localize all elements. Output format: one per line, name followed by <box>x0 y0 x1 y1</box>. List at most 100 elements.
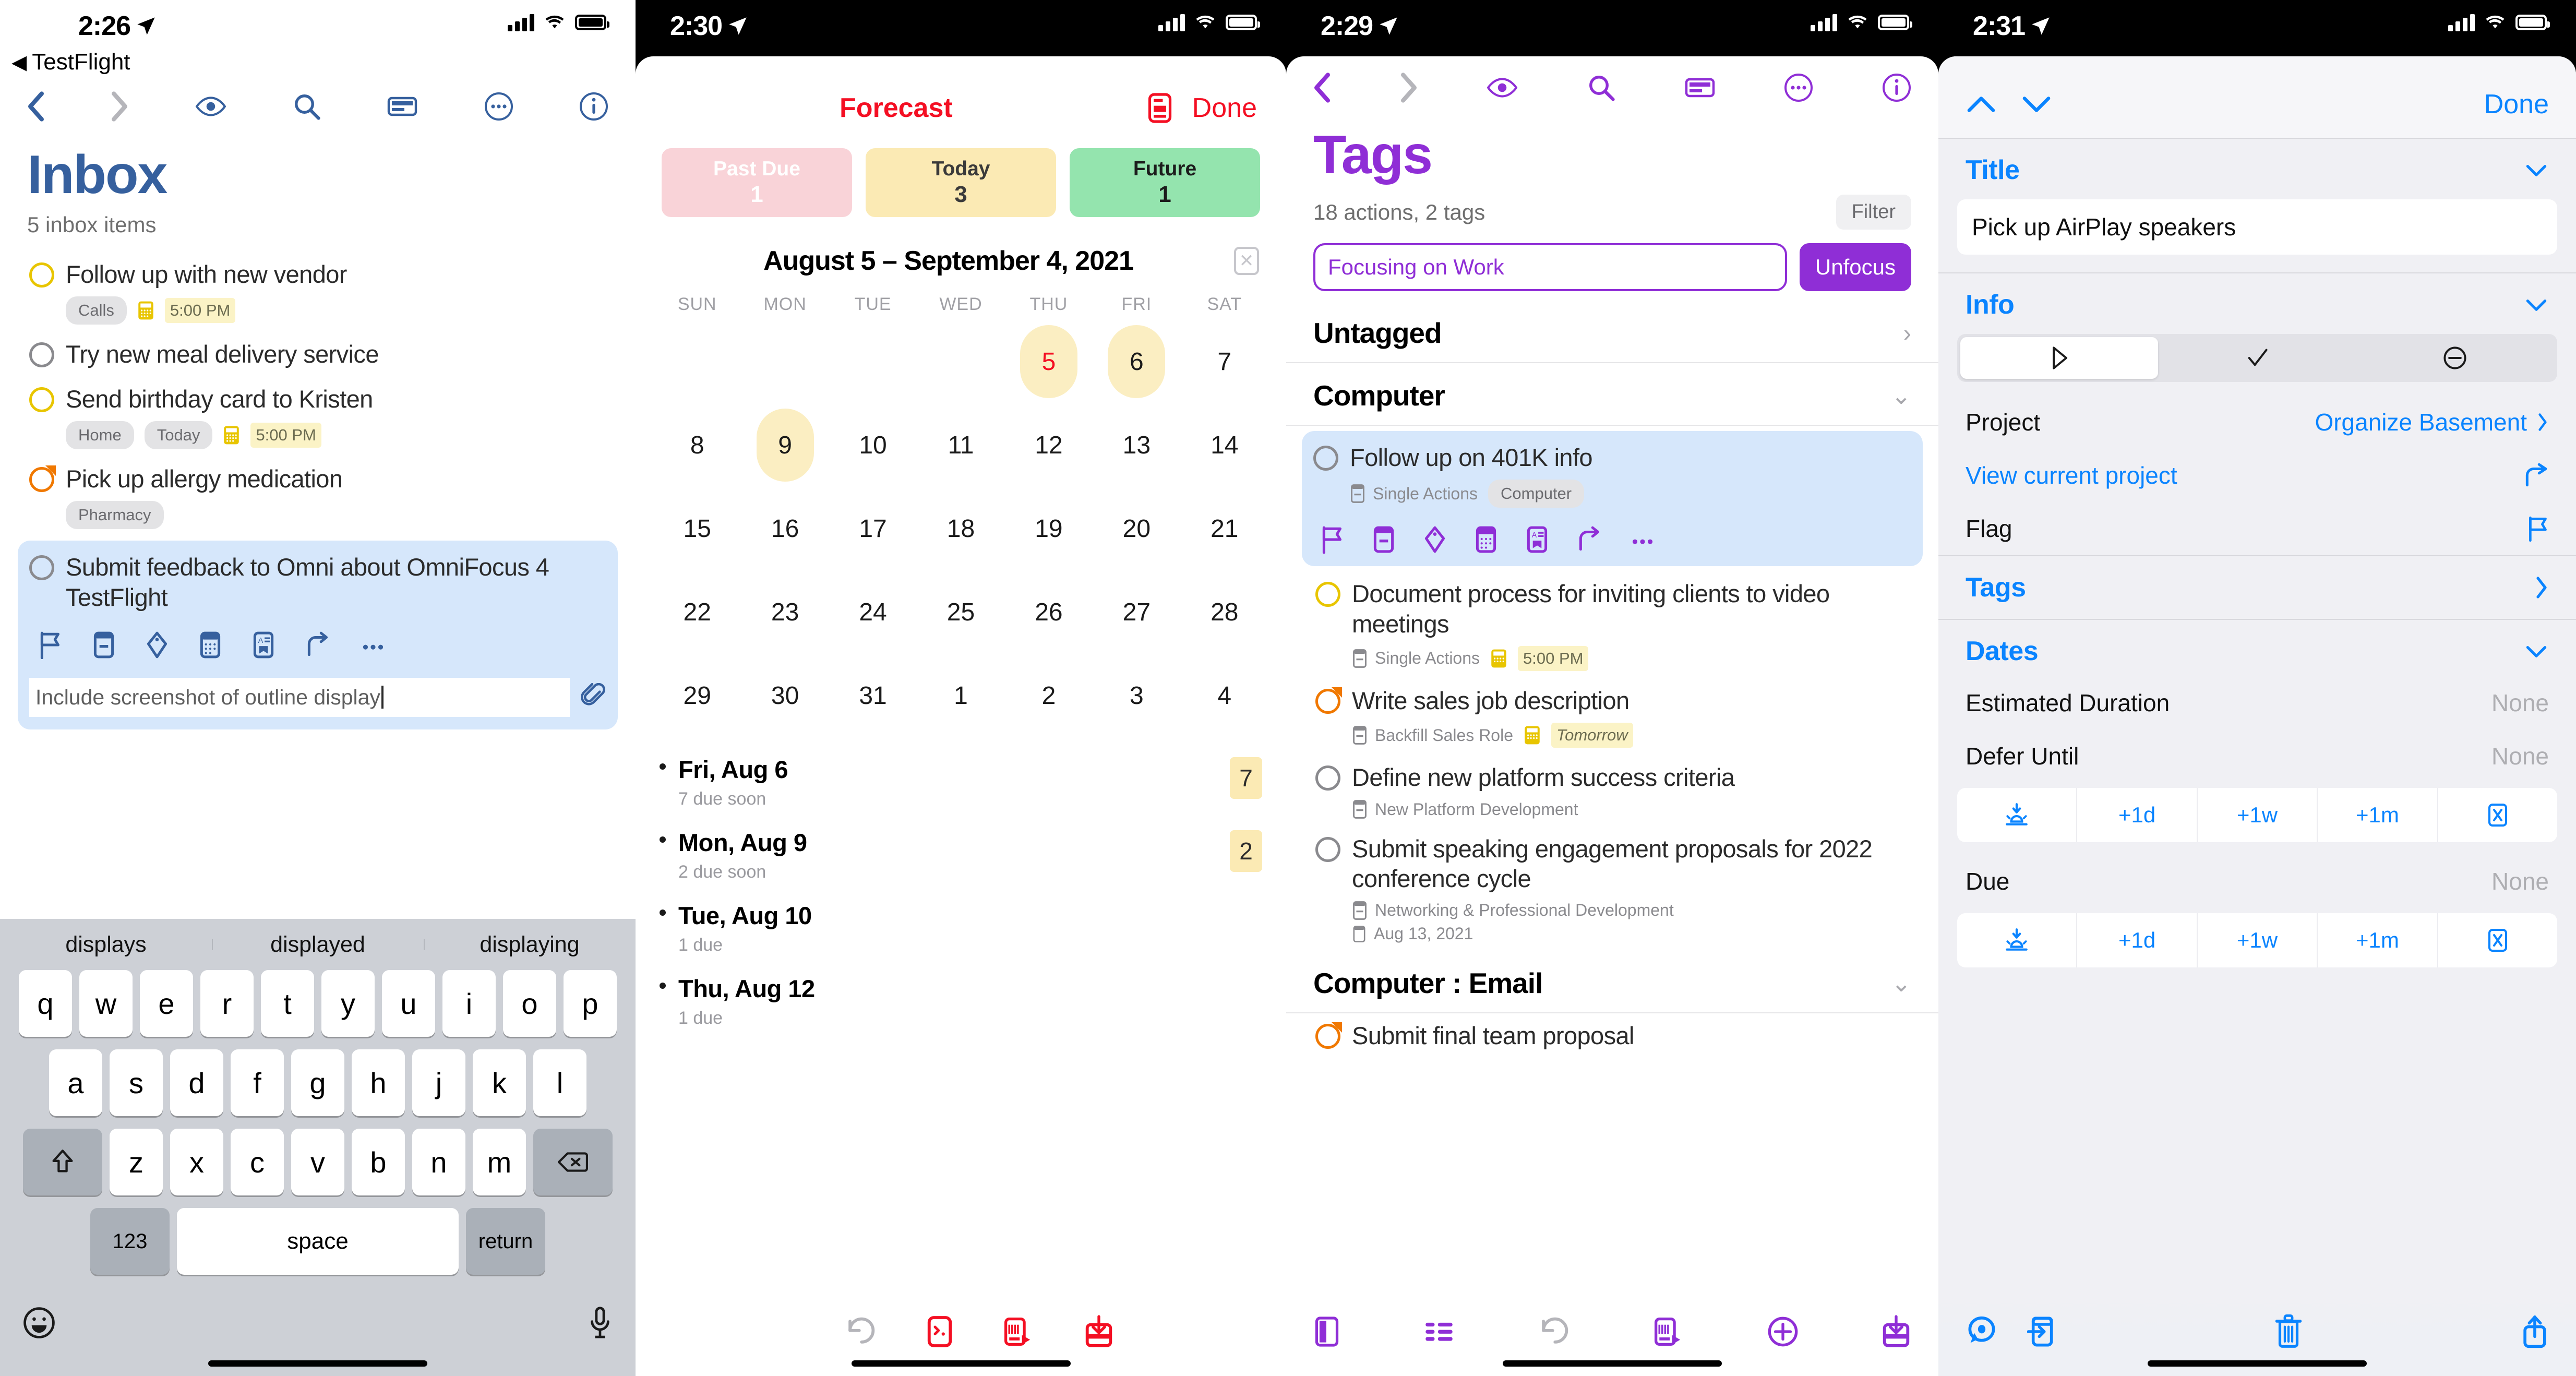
layout-icon[interactable] <box>387 94 418 119</box>
key-v[interactable]: v <box>291 1129 344 1195</box>
layout-icon[interactable] <box>1684 75 1716 100</box>
tag-chip[interactable]: Computer <box>1488 480 1585 508</box>
more-icon[interactable] <box>360 631 386 659</box>
row-view-current-project[interactable]: View current project <box>1938 449 2576 502</box>
status-circle[interactable] <box>29 555 54 581</box>
backspace-icon[interactable] <box>533 1129 613 1195</box>
key-numbers[interactable]: 123 <box>90 1208 170 1275</box>
undo-icon[interactable] <box>844 1317 877 1347</box>
note-icon[interactable]: A <box>251 631 275 659</box>
search-icon[interactable] <box>293 92 321 121</box>
list-item[interactable]: Tue, Aug 10 1 due <box>660 892 1262 965</box>
note-icon[interactable]: A <box>1525 525 1549 554</box>
key-return[interactable]: return <box>466 1208 545 1275</box>
key-g[interactable]: g <box>291 1049 344 1116</box>
today-icon[interactable] <box>1957 913 2078 967</box>
focus-icon[interactable] <box>1966 1315 1998 1348</box>
section-header-tags[interactable]: Tags <box>1938 556 2576 619</box>
tag-icon[interactable] <box>1423 525 1447 554</box>
info-icon[interactable] <box>579 92 608 121</box>
close-icon[interactable]: ✕ <box>1234 247 1259 275</box>
chevron-right-icon[interactable] <box>2533 575 2549 600</box>
key-u[interactable]: u <box>382 970 435 1037</box>
inbox-icon[interactable] <box>1881 1315 1911 1348</box>
selected-task-row[interactable]: Submit feedback to Omni about OmniFocus … <box>18 541 618 729</box>
key-k[interactable]: k <box>473 1049 526 1116</box>
table-row[interactable]: Document process for inviting clients to… <box>1286 571 1938 678</box>
status-circle[interactable] <box>1315 836 1340 862</box>
key-m[interactable]: m <box>473 1129 526 1195</box>
new-action-icon[interactable] <box>1002 1315 1035 1348</box>
table-row[interactable]: Pick up allergy medication Pharmacy <box>0 457 636 536</box>
key-f[interactable]: f <box>231 1049 284 1116</box>
key-t[interactable]: t <box>261 970 314 1037</box>
status-circle[interactable] <box>1315 687 1342 714</box>
table-row[interactable]: Write sales job description Backfill Sal… <box>1286 678 1938 755</box>
title-field[interactable]: Pick up AirPlay speakers <box>1957 199 2557 255</box>
active-icon[interactable] <box>1960 337 2159 379</box>
tag-chip[interactable]: Pharmacy <box>66 501 164 530</box>
calendar-day-4[interactable]: 4 <box>1181 654 1268 737</box>
calendar-day-13[interactable]: 13 <box>1093 403 1180 487</box>
flag-icon[interactable] <box>1321 525 1345 554</box>
key-h[interactable]: h <box>352 1049 405 1116</box>
undo-icon[interactable] <box>1538 1317 1570 1347</box>
paperclip-icon[interactable] <box>581 683 605 711</box>
bucket-past-due[interactable]: Past Due 1 <box>662 148 852 217</box>
calendar-day-16[interactable]: 16 <box>741 487 829 570</box>
chevron-down-icon[interactable] <box>2524 161 2549 179</box>
list-item[interactable]: Thu, Aug 12 1 due <box>660 965 1262 1038</box>
key-o[interactable]: o <box>503 970 556 1037</box>
today-icon[interactable] <box>1957 788 2078 842</box>
calendar-day-1[interactable]: 1 <box>917 654 1004 737</box>
forward-button[interactable] <box>1400 72 1418 103</box>
stepper-plus-1w[interactable]: +1w <box>2198 788 2318 842</box>
calendar-day-3[interactable]: 3 <box>1093 654 1180 737</box>
filter-button[interactable]: Filter <box>1836 195 1911 230</box>
section-header-title[interactable]: Title <box>1938 139 2576 195</box>
status-circle[interactable] <box>1315 1022 1342 1049</box>
list-item[interactable]: Fri, Aug 6 7 due soon 7 <box>660 746 1262 819</box>
quick-entry-icon[interactable] <box>926 1315 954 1348</box>
status-circle[interactable] <box>29 387 54 412</box>
chevron-down-icon[interactable]: ⌄ <box>1891 969 1911 997</box>
key-w[interactable]: w <box>79 970 133 1037</box>
key-l[interactable]: l <box>533 1049 586 1116</box>
move-icon[interactable] <box>1576 525 1602 554</box>
group-header-untagged[interactable]: Untagged › <box>1286 301 1938 363</box>
shift-icon[interactable] <box>23 1129 102 1195</box>
bucket-future[interactable]: Future 1 <box>1070 148 1260 217</box>
done-button[interactable]: Done <box>1192 92 1257 124</box>
flag-icon[interactable] <box>39 631 63 659</box>
defer-stepper-bar[interactable]: +1d +1w +1m <box>1957 788 2557 842</box>
eye-icon[interactable] <box>1486 75 1518 100</box>
chevron-down-icon[interactable] <box>2524 296 2549 314</box>
key-p[interactable]: p <box>564 970 617 1037</box>
status-circle[interactable] <box>1313 446 1338 471</box>
calendar-day-27[interactable]: 27 <box>1093 570 1180 654</box>
bucket-today[interactable]: Today 3 <box>866 148 1056 217</box>
new-action-icon[interactable] <box>1652 1315 1685 1348</box>
list-item[interactable]: Mon, Aug 9 2 due soon 2 <box>660 819 1262 892</box>
stepper-plus-1w[interactable]: +1w <box>2198 913 2318 967</box>
calendar-day-29[interactable]: 29 <box>653 654 741 737</box>
calendar-day-8[interactable]: 8 <box>653 403 741 487</box>
section-header-dates[interactable]: Dates <box>1938 620 2576 676</box>
key-y[interactable]: y <box>321 970 375 1037</box>
back-to-app-link[interactable]: ◀ TestFlight <box>0 49 636 75</box>
key-space[interactable]: space <box>177 1208 459 1275</box>
more-icon[interactable] <box>484 92 513 121</box>
status-circle[interactable] <box>1315 765 1340 791</box>
project-icon[interactable] <box>1372 525 1396 554</box>
row-flag[interactable]: Flag <box>1938 502 2576 555</box>
key-a[interactable]: a <box>49 1049 102 1116</box>
key-x[interactable]: x <box>170 1129 223 1195</box>
key-s[interactable]: s <box>110 1049 163 1116</box>
key-e[interactable]: e <box>140 970 193 1037</box>
calendar-day-21[interactable]: 21 <box>1181 487 1268 570</box>
calendar-day-6[interactable]: 6 <box>1093 320 1180 403</box>
key-q[interactable]: q <box>19 970 72 1037</box>
unfocus-button[interactable]: Unfocus <box>1799 243 1911 291</box>
tag-chip[interactable]: Today <box>144 421 213 449</box>
focus-field[interactable]: Focusing on Work <box>1313 243 1787 291</box>
